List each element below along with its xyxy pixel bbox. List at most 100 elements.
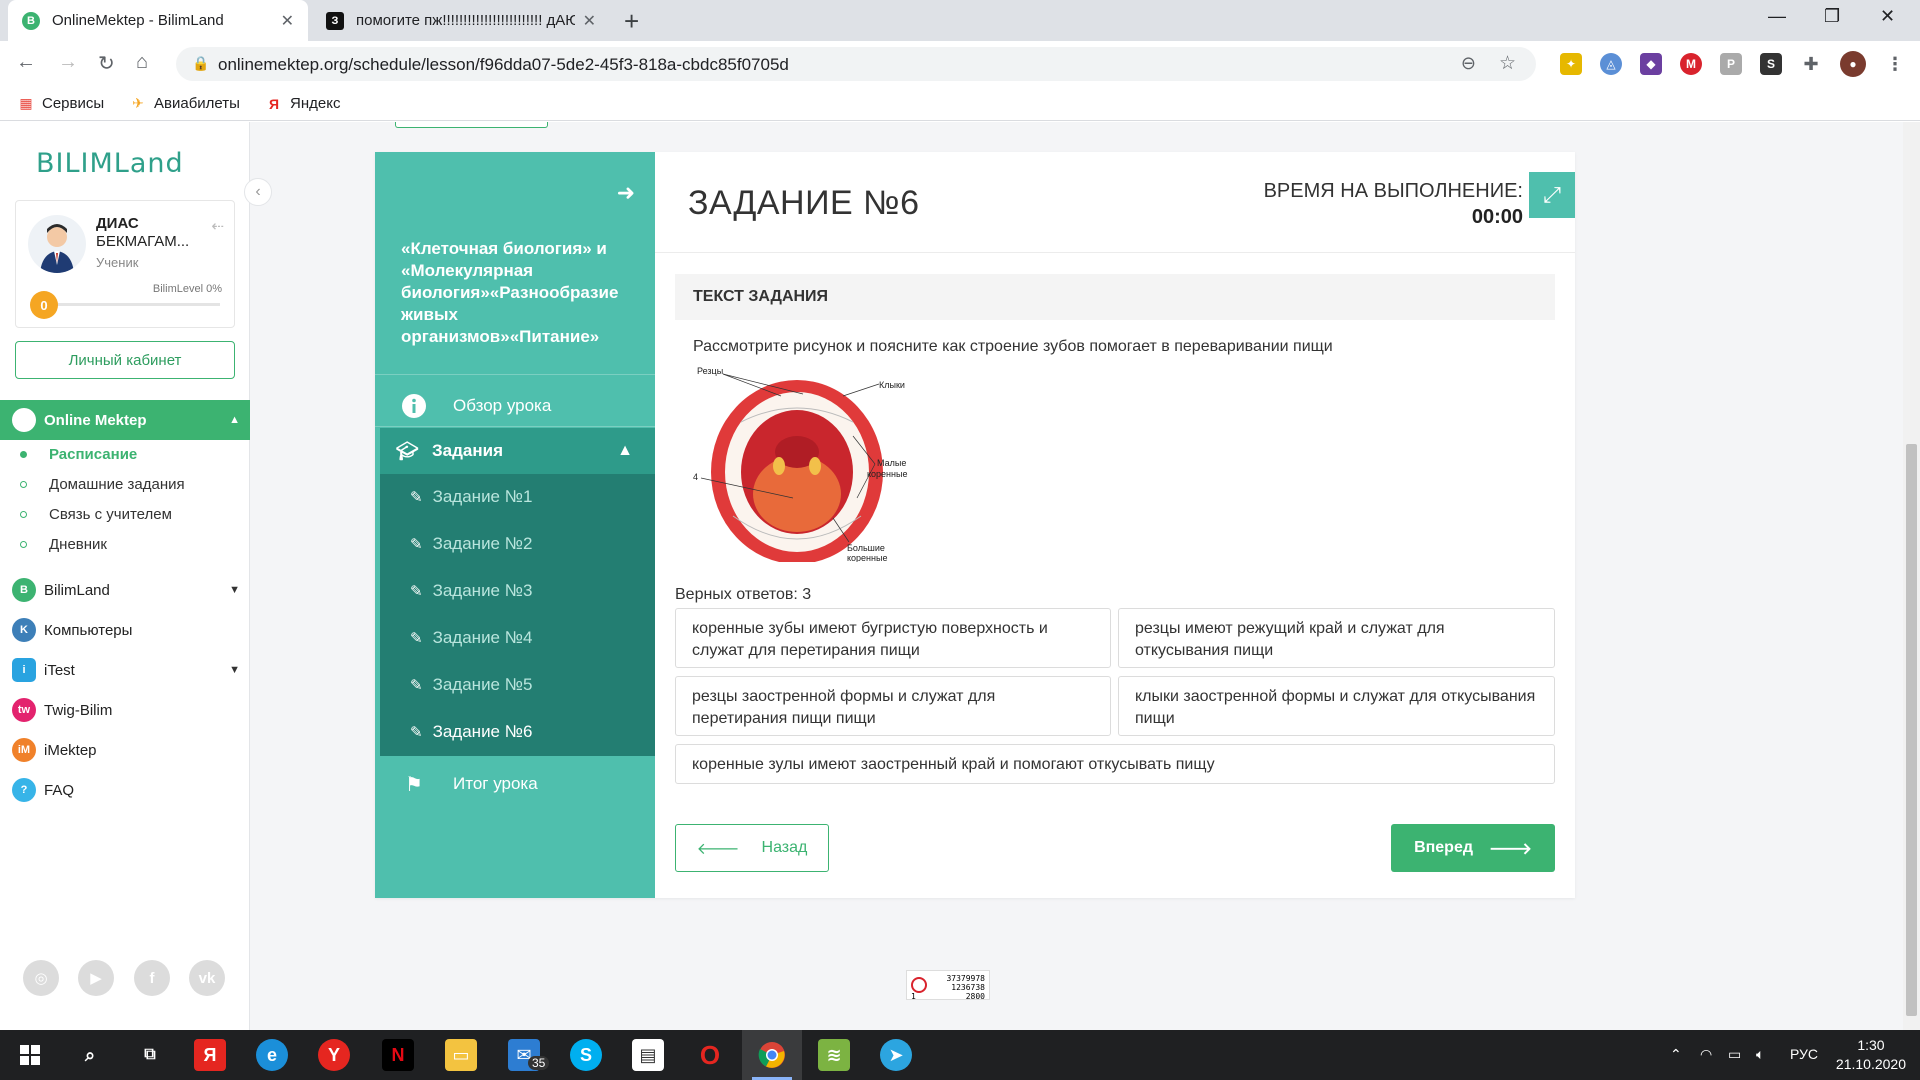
tab-onlinemektep[interactable]: B OnlineMektep - BilimLand ✕ — [8, 0, 308, 41]
nav-tasks[interactable]: 🎓︎ Задания ▲ — [380, 428, 655, 474]
task-view-icon[interactable]: ⧉ — [134, 1039, 166, 1071]
sidebar-item-faq[interactable]: ? FAQ — [12, 778, 240, 802]
facebook-icon[interactable]: f — [134, 960, 170, 996]
extension-icon[interactable]: ◆ — [1640, 53, 1662, 75]
skype-icon[interactable]: S — [570, 1039, 602, 1071]
chrome-icon[interactable] — [756, 1039, 788, 1071]
personal-cabinet-button[interactable]: Личный кабинет — [15, 341, 235, 379]
store-icon[interactable]: ▤ — [632, 1039, 664, 1071]
battery-icon[interactable]: ▭ — [1728, 1046, 1741, 1063]
yandex-browser-icon[interactable]: Я — [194, 1039, 226, 1071]
windows-start-icon[interactable] — [14, 1039, 46, 1071]
opera-icon[interactable]: O — [694, 1039, 726, 1071]
browser-toolbar: ← → ↻ ⌂ 🔒 onlinemektep.org/schedule/less… — [0, 41, 1920, 87]
logout-icon[interactable]: ⇠ — [211, 217, 224, 235]
nav-lesson-summary[interactable]: ⚑ Итог урока — [375, 764, 655, 804]
edit-icon: ✎ — [410, 489, 423, 506]
close-icon[interactable]: ✕ — [583, 11, 596, 31]
scrollbar-thumb[interactable] — [1906, 444, 1917, 1016]
chevron-up-icon: ▲ — [229, 414, 240, 426]
sidebar-collapse-button[interactable]: ‹ — [244, 178, 272, 206]
bookmark-star-icon[interactable]: ☆ — [1499, 52, 1516, 75]
reload-icon[interactable]: ↻ — [98, 51, 115, 76]
extensions-puzzle-icon[interactable]: ✚ — [1800, 53, 1822, 75]
yandex-icon[interactable]: Y — [318, 1039, 350, 1071]
bookmark-label: Авиабилеты — [154, 95, 240, 112]
menu-dots-icon[interactable]: ⋮ — [1884, 53, 1906, 75]
answer-option-2[interactable]: резцы имеют режущий край и служат для от… — [1118, 608, 1555, 668]
bookmark-aviatickets[interactable]: ✈ Авиабилеты — [130, 95, 240, 112]
imektep-icon: iM — [12, 738, 36, 762]
minimize-icon[interactable]: — — [1768, 6, 1786, 27]
task-item-2[interactable]: ✎ Задание №2 — [410, 534, 532, 554]
close-icon[interactable]: ✕ — [281, 11, 294, 31]
forward-arrow-icon[interactable]: → — [58, 51, 78, 74]
task-item-5[interactable]: ✎ Задание №5 — [410, 675, 532, 695]
wifi-icon[interactable]: ◠ — [1700, 1046, 1712, 1063]
language-indicator[interactable]: РУС — [1790, 1046, 1818, 1062]
task-item-4[interactable]: ✎ Задание №4 — [410, 628, 532, 648]
home-icon[interactable]: ⌂ — [136, 51, 148, 74]
answer-option-1[interactable]: коренные зубы имеют бугристую поверхност… — [675, 608, 1111, 668]
volume-icon[interactable]: 🔈︎ — [1756, 1046, 1764, 1063]
edge-icon[interactable]: e — [256, 1039, 288, 1071]
bullet-icon — [20, 451, 27, 458]
nav-lesson-overview[interactable]: Обзор урока — [375, 386, 655, 426]
back-arrow-icon[interactable]: ← — [16, 51, 36, 74]
sidebar-item-online-mektep[interactable]: Online Mektep ▲ — [0, 400, 250, 440]
sidebar-subitem-diary[interactable]: Дневник — [20, 536, 107, 553]
netflix-icon[interactable]: N — [382, 1039, 414, 1071]
fullscreen-expand-button[interactable]: ⤢ — [1529, 172, 1575, 218]
system-clock[interactable]: 1:30 21.10.2020 — [1836, 1036, 1906, 1074]
answer-option-4[interactable]: клыки заостренной формы и служат для отк… — [1118, 676, 1555, 736]
url-text[interactable]: onlinemektep.org/schedule/lesson/f96dda0… — [218, 55, 789, 75]
window-close-icon[interactable]: ✕ — [1880, 6, 1895, 27]
youtube-icon[interactable]: ▶ — [78, 960, 114, 996]
tab-znanija[interactable]: З помогите пж!!!!!!!!!!!!!!!!!!!!!!!! дА… — [312, 0, 610, 41]
task-item-6[interactable]: ✎ Задание №6 — [410, 722, 532, 742]
bluestacks-icon[interactable]: ≋ — [818, 1039, 850, 1071]
telegram-icon[interactable]: ➤ — [880, 1039, 912, 1071]
zoom-icon[interactable]: ⊖ — [1461, 53, 1476, 74]
sidebar-subitem-schedule[interactable]: Расписание — [20, 446, 137, 463]
bookmark-services[interactable]: ▦ Сервисы — [18, 95, 104, 112]
task-item-3[interactable]: ✎ Задание №3 — [410, 581, 532, 601]
top-button-edge[interactable] — [395, 122, 548, 128]
extension-icon[interactable]: ✦ — [1560, 53, 1582, 75]
sidebar-item-imektep[interactable]: iM iMektep — [12, 738, 240, 762]
vk-icon[interactable]: vk — [189, 960, 225, 996]
chevron-down-icon: ▼ — [229, 584, 240, 596]
sidebar-item-twig-bilim[interactable]: tw Twig-Bilim — [12, 698, 240, 722]
avatar[interactable] — [28, 215, 86, 273]
sidebar-item-itest[interactable]: i iTest ▼ — [12, 658, 240, 682]
search-icon[interactable]: ⌕ — [74, 1039, 106, 1071]
bookmark-yandex[interactable]: Я Яндекс — [266, 95, 340, 112]
answer-option-5[interactable]: коренные зулы имеют заостренный край и п… — [675, 744, 1555, 784]
address-bar[interactable]: 🔒 onlinemektep.org/schedule/lesson/f96dd… — [176, 47, 1536, 81]
instagram-icon[interactable]: ◎ — [23, 960, 59, 996]
new-tab-plus-icon[interactable]: + — [624, 6, 639, 37]
sidebar-item-computers[interactable]: K Компьютеры — [12, 618, 240, 642]
task-item-1[interactable]: ✎ Задание №1 — [410, 487, 532, 507]
sidebar-subitem-homework[interactable]: Домашние задания — [20, 476, 185, 493]
sidebar-item-bilimland[interactable]: B BilimLand ▼ — [12, 578, 240, 602]
sidebar-subitem-teacher-contact[interactable]: Связь с учителем — [20, 506, 172, 523]
bilimland-logo[interactable]: BILIMLand — [36, 148, 184, 179]
back-button[interactable]: 🡐 Назад — [675, 824, 829, 872]
extension-icon[interactable]: S — [1760, 53, 1782, 75]
answer-option-3[interactable]: резцы заостренной формы и служат для пер… — [675, 676, 1111, 736]
next-button[interactable]: Вперед 🡒 — [1391, 824, 1555, 872]
page-scrollbar[interactable] — [1903, 122, 1920, 1030]
visit-counter[interactable]: 37379978 1236738 2800 1 — [906, 970, 990, 1001]
extension-icon[interactable]: ◬ — [1600, 53, 1622, 75]
restore-icon[interactable]: ❐ — [1824, 6, 1840, 27]
extension-icon[interactable]: M — [1680, 53, 1702, 75]
arrow-left-icon[interactable]: ➜ — [617, 180, 635, 206]
label-molars-2: коренные — [847, 553, 887, 562]
lock-icon: 🔒 — [192, 55, 210, 71]
counter-value: 2800 — [965, 992, 985, 1001]
extension-icon[interactable]: P — [1720, 53, 1742, 75]
file-explorer-icon[interactable]: ▭ — [445, 1039, 477, 1071]
profile-avatar-icon[interactable]: ● — [1840, 51, 1866, 77]
tray-up-chevron-icon[interactable]: ⌃ — [1670, 1046, 1682, 1063]
